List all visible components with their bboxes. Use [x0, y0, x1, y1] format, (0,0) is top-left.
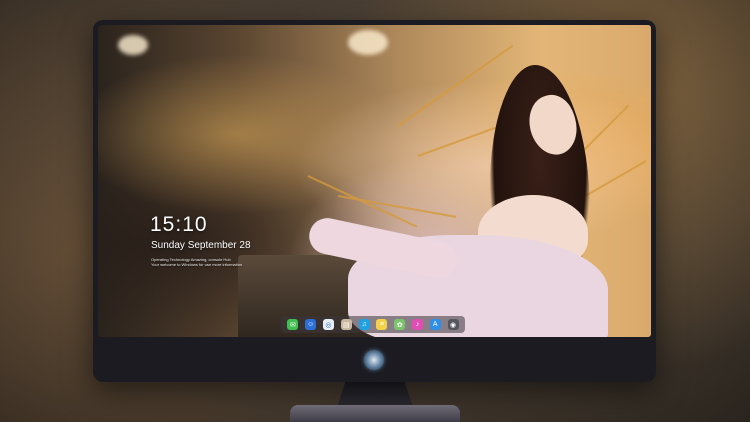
- messages-icon[interactable]: ✉: [287, 319, 299, 330]
- photos-icon[interactable]: ✿: [394, 319, 406, 330]
- lock-screen-time: 15:10: [150, 213, 208, 236]
- notes-icon[interactable]: ≡: [376, 319, 388, 330]
- lock-screen-notice: Operating Technology Amazing, console Hu…: [151, 257, 251, 267]
- appstore-icon[interactable]: A: [429, 319, 441, 330]
- stand-base: [290, 405, 460, 422]
- lock-screen-date: Sunday September 28: [151, 240, 251, 251]
- brand-logo: [364, 350, 384, 370]
- music-icon[interactable]: ♪: [411, 319, 423, 330]
- decor-stick: [397, 44, 514, 127]
- itunes-icon[interactable]: ♫: [358, 319, 370, 330]
- lock-screen[interactable]: [98, 25, 651, 337]
- contacts-icon[interactable]: ▤: [340, 319, 352, 330]
- finder-icon[interactable]: ☺: [305, 319, 317, 330]
- safari-icon[interactable]: ◎: [322, 319, 334, 330]
- notice-line-2: Your welcome to Windows for use more inf…: [151, 262, 243, 267]
- background-lamp: [118, 35, 148, 55]
- dock: ✉ ☺ ◎ ▤ ♫ ≡ ✿ ♪ A ◉: [281, 316, 465, 333]
- camera-icon[interactable]: ◉: [447, 319, 459, 330]
- decor-stick: [337, 195, 457, 218]
- background-lamp: [348, 30, 388, 55]
